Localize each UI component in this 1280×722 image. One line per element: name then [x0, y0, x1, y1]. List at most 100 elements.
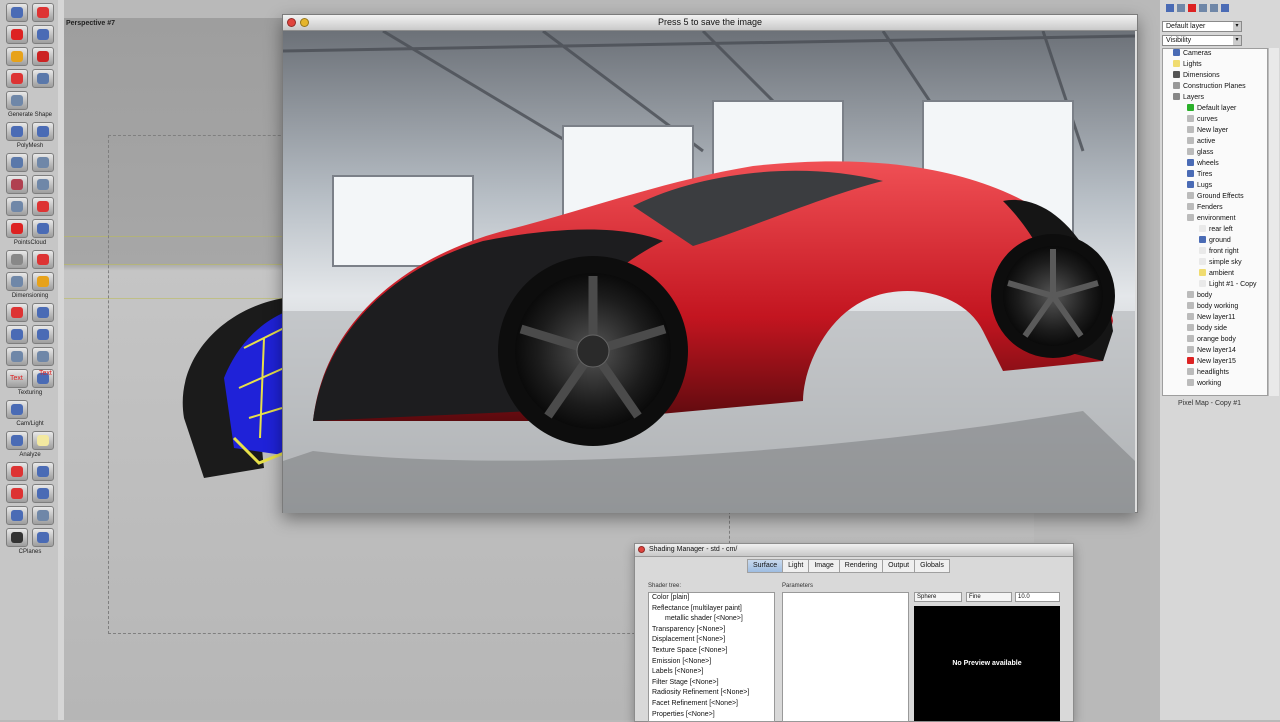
- tree-item-ground[interactable]: ground: [1199, 236, 1231, 246]
- shader-item-displacement[interactable]: Displacement [<None>]: [649, 635, 774, 646]
- tree-item-ground-effects[interactable]: Ground Effects: [1187, 192, 1244, 202]
- shader-item-properties[interactable]: Properties [<None>]: [649, 710, 774, 721]
- mesh-deform-tool-icon[interactable]: [6, 175, 28, 194]
- points-sphere-tool-icon[interactable]: [6, 219, 28, 238]
- dimension-area-tool-icon[interactable]: [32, 325, 54, 344]
- analyze-curve-tool-icon[interactable]: [6, 462, 28, 481]
- tab-output[interactable]: Output: [882, 559, 915, 573]
- minimize-button[interactable]: [300, 18, 309, 27]
- texture-map-tool-icon[interactable]: [6, 400, 28, 419]
- analyze-point-tool-icon[interactable]: [6, 484, 28, 503]
- trash-tool-icon[interactable]: [6, 272, 28, 291]
- close-button[interactable]: [638, 546, 645, 553]
- new-layer-icon[interactable]: [1166, 4, 1174, 12]
- tree-item-ambient[interactable]: ambient: [1199, 269, 1234, 279]
- points-cube-tool-icon[interactable]: [32, 219, 54, 238]
- tree-item-front-right[interactable]: front right: [1199, 247, 1239, 257]
- extrude-tool-icon[interactable]: [32, 69, 54, 88]
- analyze-grid-tool-icon[interactable]: [32, 484, 54, 503]
- tree-item-light-1-copy[interactable]: Light #1 - Copy: [1199, 280, 1256, 290]
- tree-item-simple-sky[interactable]: simple sky: [1199, 258, 1242, 268]
- gear-tool-icon[interactable]: [6, 47, 28, 66]
- tree-item-body-working[interactable]: body working: [1187, 302, 1238, 312]
- text-tool-icon[interactable]: Text: [6, 369, 28, 388]
- refresh-icon[interactable]: [1199, 4, 1207, 12]
- tab-rendering[interactable]: Rendering: [838, 559, 883, 573]
- tree-item-active[interactable]: active: [1187, 137, 1215, 147]
- layer-select[interactable]: Default layer ▾: [1162, 21, 1242, 32]
- polymesh-edit-tool-icon[interactable]: [32, 122, 54, 141]
- dimension-angle-tool-icon[interactable]: [32, 303, 54, 322]
- tree-item-new-layer14[interactable]: New layer14: [1187, 346, 1236, 356]
- tree-item-rear-left[interactable]: rear left: [1199, 225, 1233, 235]
- link-icon[interactable]: [1210, 4, 1218, 12]
- mesh-sphere-tool-icon[interactable]: [6, 153, 28, 172]
- shader-item-facet[interactable]: Facet Refinement [<None>]: [649, 699, 774, 710]
- tree-item-cameras[interactable]: Cameras: [1173, 49, 1211, 59]
- tree-item-body-side[interactable]: body side: [1187, 324, 1227, 334]
- camera-tool-icon[interactable]: [6, 431, 28, 450]
- dimension-line-tool-icon[interactable]: [6, 303, 28, 322]
- text-3d-tool-icon[interactable]: Text: [32, 369, 54, 388]
- tree-item-orange-body[interactable]: orange body: [1187, 335, 1236, 345]
- render-window-titlebar[interactable]: Press 5 to save the image: [283, 15, 1137, 31]
- preview-quality-select[interactable]: Fine: [966, 592, 1012, 602]
- tree-item-headlights[interactable]: headlights: [1187, 368, 1229, 378]
- revolve-tool-icon[interactable]: [6, 69, 28, 88]
- shader-item-radiosity[interactable]: Radiosity Refinement [<None>]: [649, 688, 774, 699]
- tree-item-new-layer15[interactable]: New layer15: [1187, 357, 1236, 367]
- delete-icon[interactable]: [1188, 4, 1196, 12]
- cone-tool-icon[interactable]: [6, 25, 28, 44]
- rename-icon[interactable]: [1177, 4, 1185, 12]
- preview-shape-select[interactable]: Sphere: [914, 592, 962, 602]
- pipe-tool-icon[interactable]: [6, 91, 28, 110]
- tree-item-construction-planes[interactable]: Construction Planes: [1173, 82, 1246, 92]
- cplane-rotate-tool-icon[interactable]: [32, 528, 54, 547]
- light-bulb-tool-icon[interactable]: [32, 431, 54, 450]
- polymesh-tool-icon[interactable]: [6, 122, 28, 141]
- mesh-plane-tool-icon[interactable]: [32, 175, 54, 194]
- shader-item-transparency[interactable]: Transparency [<None>]: [649, 625, 774, 636]
- tree-item-tires[interactable]: Tires: [1187, 170, 1212, 180]
- shader-item-texture-space[interactable]: Texture Space [<None>]: [649, 646, 774, 657]
- tree-item-curves[interactable]: curves: [1187, 115, 1218, 125]
- dimension-leader-tool-icon[interactable]: [6, 347, 28, 366]
- points-color-tool-icon[interactable]: [32, 250, 54, 269]
- visibility-select[interactable]: Visibility ▾: [1162, 35, 1242, 46]
- analyze-arc-tool-icon[interactable]: [32, 462, 54, 481]
- tree-item-wheels[interactable]: wheels: [1187, 159, 1219, 169]
- tree-item-lugs[interactable]: Lugs: [1187, 181, 1212, 191]
- cplane-tool-icon[interactable]: [6, 528, 28, 547]
- preview-size-input[interactable]: 10.0: [1015, 592, 1060, 602]
- tree-item-glass[interactable]: glass: [1187, 148, 1213, 158]
- cylinder-tool-icon[interactable]: [32, 25, 54, 44]
- mesh-cut-tool-icon[interactable]: [6, 197, 28, 216]
- box-tool-icon[interactable]: [32, 47, 54, 66]
- tree-item-layers[interactable]: Layers: [1173, 93, 1204, 103]
- tab-light[interactable]: Light: [782, 559, 809, 573]
- shader-item-reflectance[interactable]: Reflectance [multilayer paint]: [649, 604, 774, 615]
- dimension-arc-tool-icon[interactable]: [32, 347, 54, 366]
- analyze-section-tool-icon[interactable]: [32, 506, 54, 525]
- tree-item-working[interactable]: working: [1187, 379, 1221, 389]
- tree-item-dimensions[interactable]: Dimensions: [1173, 71, 1220, 81]
- scene-tree-scrollbar[interactable]: [1268, 48, 1279, 396]
- tree-item-new-layer11[interactable]: New layer11: [1187, 313, 1235, 323]
- tree-item-fenders[interactable]: Fenders: [1187, 203, 1223, 213]
- mesh-star-tool-icon[interactable]: [32, 197, 54, 216]
- tab-surface[interactable]: Surface: [747, 559, 783, 573]
- points-edit-tool-icon[interactable]: [6, 250, 28, 269]
- torus-tool-icon[interactable]: [32, 3, 54, 22]
- shader-item-metallic[interactable]: metallic shader [<None>]: [649, 614, 774, 625]
- shader-item-color[interactable]: Color [plain]: [649, 593, 774, 604]
- dimension-radius-tool-icon[interactable]: [6, 325, 28, 344]
- tree-item-new-layer[interactable]: New layer: [1187, 126, 1228, 136]
- mesh-cube-tool-icon[interactable]: [32, 153, 54, 172]
- sphere-tool-icon[interactable]: [6, 3, 28, 22]
- shading-manager-titlebar[interactable]: Shading Manager - std - cm/: [635, 544, 1073, 557]
- shader-item-filter-stage[interactable]: Filter Stage [<None>]: [649, 678, 774, 689]
- tab-globals[interactable]: Globals: [914, 559, 950, 573]
- tree-item-body[interactable]: body: [1187, 291, 1212, 301]
- pixel-map-item[interactable]: Pixel Map - Copy #1: [1178, 400, 1241, 407]
- analyze-mesh-tool-icon[interactable]: [6, 506, 28, 525]
